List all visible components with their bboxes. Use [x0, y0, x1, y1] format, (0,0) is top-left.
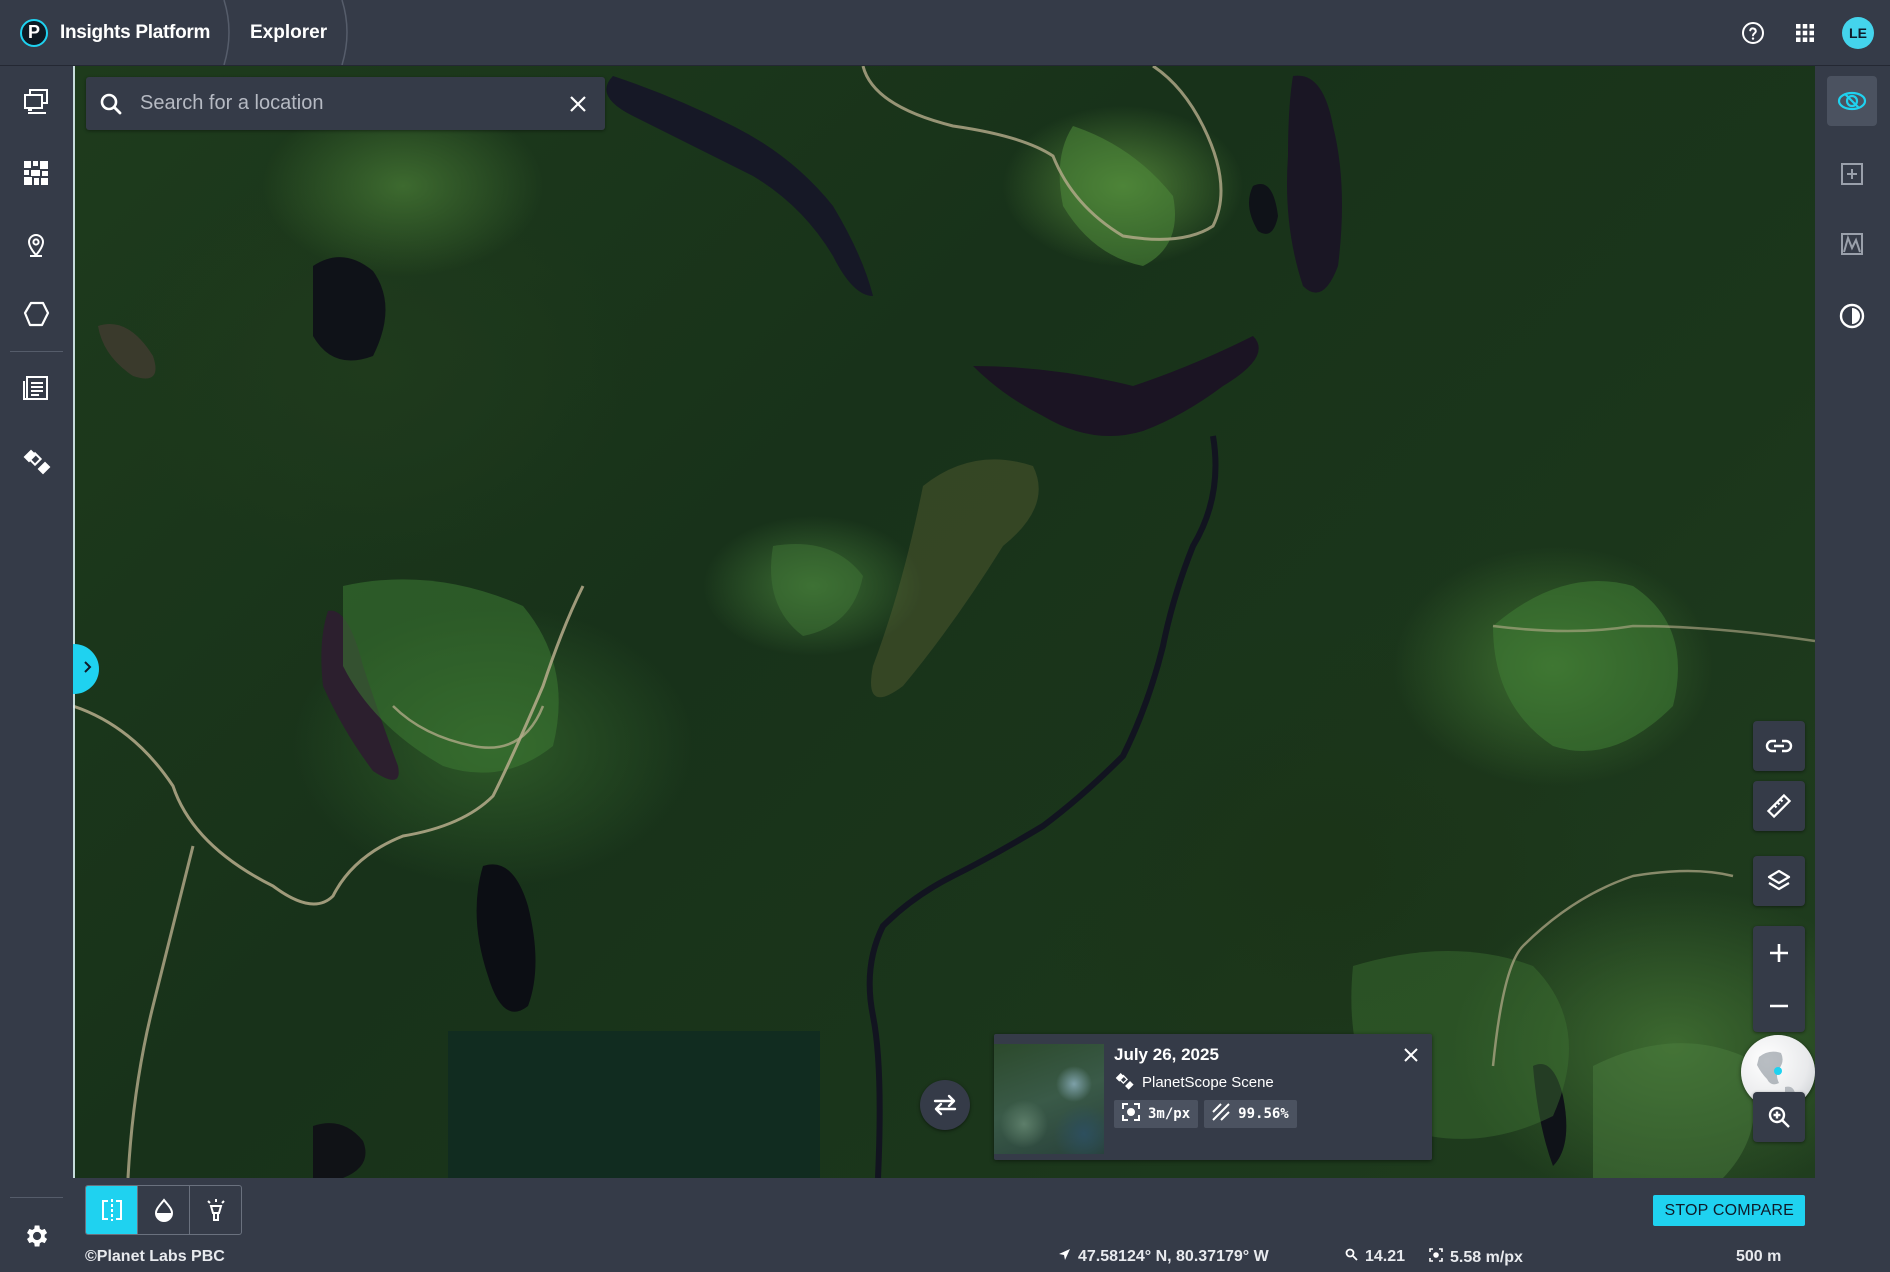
mosaic-grid-icon[interactable] — [18, 155, 54, 191]
zoom-level: 14.21 — [1345, 1248, 1405, 1266]
ruler-icon[interactable] — [1753, 781, 1805, 831]
bottom-toolbar: STOP COMPARE — [73, 1178, 1815, 1240]
scale-bar: 500 m — [1736, 1248, 1781, 1266]
layers-icon[interactable] — [1753, 856, 1805, 906]
resolution-value: 5.58 m/px — [1450, 1248, 1523, 1266]
location-search — [86, 77, 605, 130]
compare-divider[interactable] — [73, 66, 75, 1178]
satellite-imagery — [73, 66, 1815, 1178]
chevron-right-icon — [83, 660, 93, 679]
sidebar-divider — [10, 1197, 63, 1198]
top-bar: P Insights Platform Explorer LE — [0, 0, 1890, 66]
add-image-icon[interactable] — [1827, 149, 1877, 199]
scale-value: 500 m — [1736, 1248, 1782, 1265]
stop-compare-button[interactable]: STOP COMPARE — [1653, 1195, 1805, 1226]
right-sidebar — [1815, 66, 1890, 1272]
zoom-area-icon[interactable] — [1753, 1092, 1805, 1142]
resolution-value: 3m/px — [1148, 1106, 1191, 1122]
coverage-badge: 99.56% — [1204, 1100, 1297, 1128]
stacked-images-icon[interactable] — [18, 83, 54, 119]
copyright-text: ©Planet Labs PBC — [85, 1248, 225, 1265]
split-compare-icon[interactable] — [86, 1186, 138, 1234]
imagery-orbit-icon[interactable] — [1827, 76, 1877, 126]
polygon-icon[interactable] — [18, 296, 54, 332]
coordinates-value: 47.58124° N, 80.37179° W — [1078, 1248, 1269, 1265]
scene-card[interactable]: July 26, 2025 PlanetScope Scene 3m/px 99… — [994, 1034, 1432, 1160]
map-viewport[interactable]: July 26, 2025 PlanetScope Scene 3m/px 99… — [73, 66, 1815, 1178]
user-avatar[interactable]: LE — [1842, 16, 1874, 49]
contrast-icon[interactable] — [1827, 291, 1877, 341]
brand-logo-letter: P — [27, 22, 40, 42]
zoom-out-icon[interactable] — [1753, 979, 1805, 1032]
link-icon[interactable] — [1753, 721, 1805, 771]
location-pin-icon[interactable] — [18, 226, 54, 262]
satellite-icon — [1114, 1070, 1134, 1094]
brand-logo: P — [20, 18, 48, 47]
spotlight-icon[interactable] — [190, 1186, 241, 1234]
brand[interactable]: P Insights Platform — [0, 0, 228, 65]
feed-list-icon[interactable] — [18, 370, 54, 406]
resolution-icon — [1122, 1103, 1140, 1125]
zoom-controls — [1753, 926, 1805, 1032]
header-separator — [223, 0, 230, 65]
header-separator — [341, 0, 348, 65]
swap-icon[interactable] — [920, 1080, 970, 1130]
status-bar: ©Planet Labs PBC 47.58124° N, 80.37179° … — [73, 1240, 1815, 1272]
compare-empty-panel — [448, 1031, 820, 1178]
section-title[interactable]: Explorer — [250, 0, 327, 65]
help-circle-icon[interactable] — [1738, 18, 1768, 48]
close-icon[interactable] — [567, 93, 589, 115]
scene-type: PlanetScope Scene — [1142, 1073, 1274, 1091]
search-icon — [98, 91, 124, 117]
search-input[interactable] — [138, 82, 567, 125]
zoom-value: 14.21 — [1365, 1248, 1406, 1265]
swipe-opacity-icon[interactable] — [138, 1186, 190, 1234]
left-sidebar — [0, 66, 73, 1272]
zoom-in-icon[interactable] — [1753, 926, 1805, 979]
satellite-icon[interactable] — [18, 442, 54, 478]
navigation-arrow-icon — [1058, 1248, 1071, 1266]
magnifier-icon — [1345, 1248, 1358, 1266]
scene-thumbnail[interactable] — [994, 1044, 1104, 1154]
apps-grid-icon[interactable] — [1790, 18, 1820, 48]
sidebar-divider — [10, 351, 63, 352]
compare-mode-group — [85, 1185, 242, 1235]
scene-date: July 26, 2025 — [1114, 1045, 1219, 1064]
map-resolution: 5.58 m/px — [1429, 1248, 1523, 1267]
spectral-chart-icon[interactable] — [1827, 219, 1877, 269]
coverage-value: 99.56% — [1238, 1106, 1289, 1122]
app-title: Insights Platform — [60, 21, 211, 43]
close-icon[interactable] — [1400, 1044, 1422, 1066]
gear-icon[interactable] — [18, 1218, 54, 1254]
cursor-coordinates: 47.58124° N, 80.37179° W — [1058, 1248, 1269, 1266]
resolution-icon — [1429, 1248, 1443, 1267]
resolution-badge: 3m/px — [1114, 1100, 1199, 1128]
coverage-icon — [1212, 1103, 1230, 1125]
